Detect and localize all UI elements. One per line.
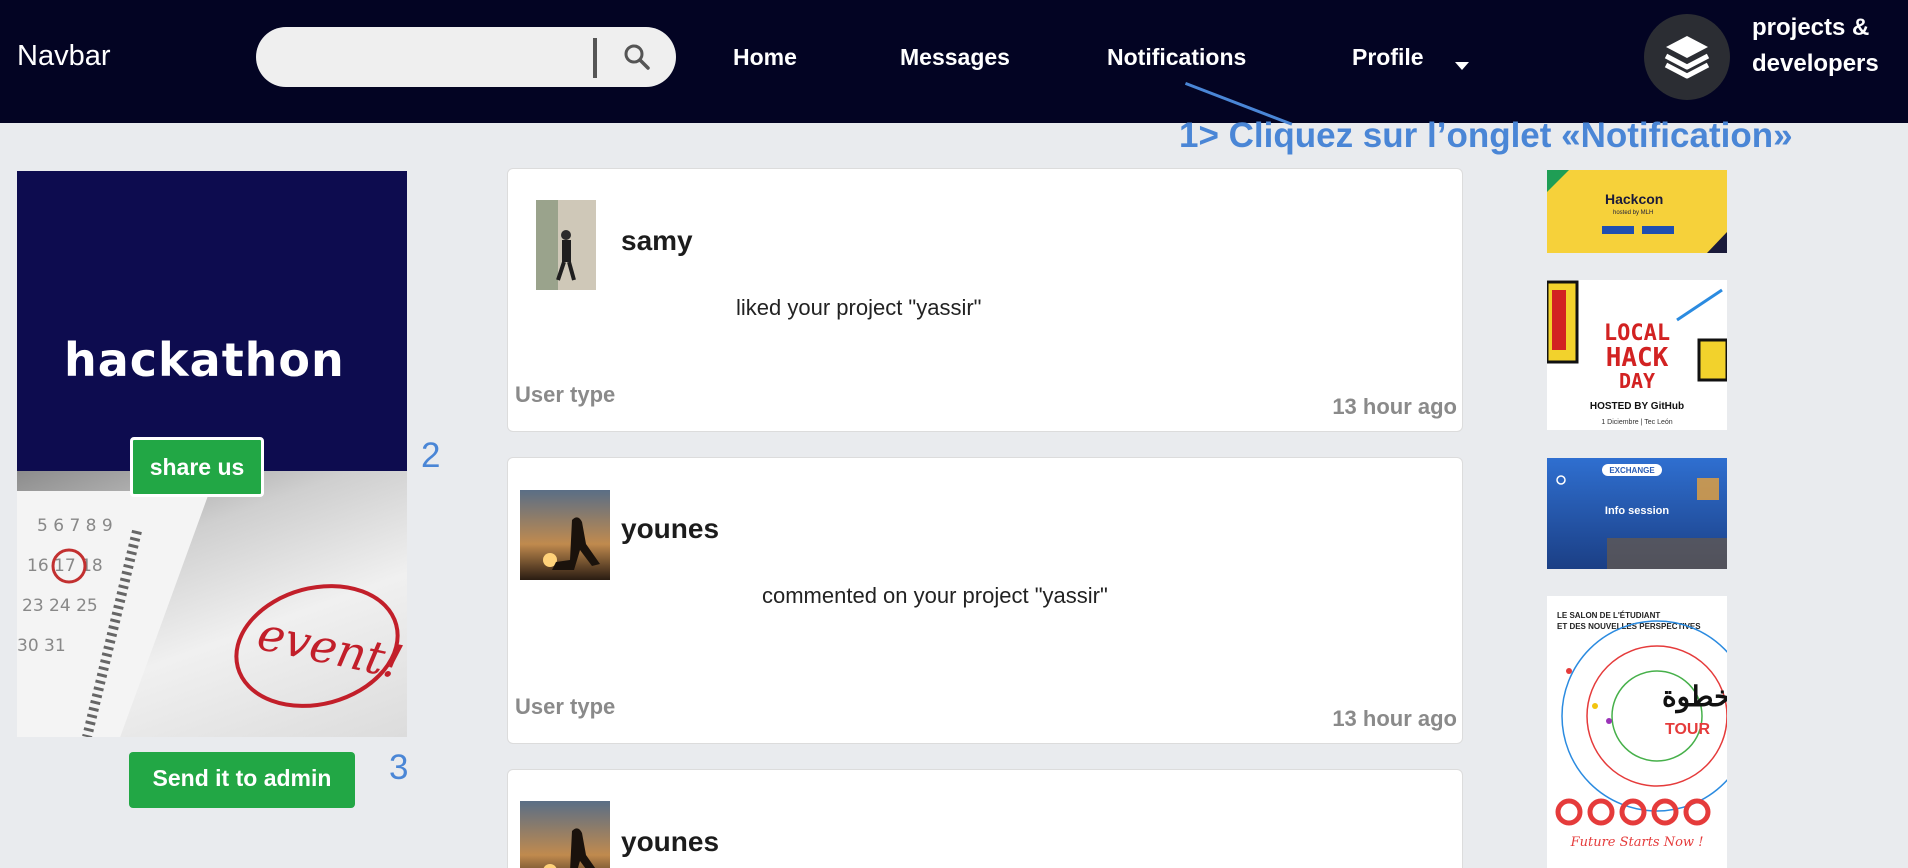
svg-text:ﺧﻄﻮﺓ: ﺧﻄﻮﺓ xyxy=(1662,680,1727,714)
svg-text:16 17 18: 16 17 18 xyxy=(27,556,103,576)
notification-username[interactable]: younes xyxy=(621,513,719,545)
calendar-image: 5 6 7 8 9 16 17 18 23 24 25 30 31 event! xyxy=(17,471,407,737)
ad-hackcon[interactable]: Hackcon hosted by MLH xyxy=(1547,170,1727,253)
send-to-admin-button[interactable]: Send it to admin xyxy=(129,752,355,808)
ad-lhd-date: 1 Diciembre | Tec León xyxy=(1601,419,1672,426)
notification-card[interactable]: samy liked your project "yassir" User ty… xyxy=(507,168,1463,432)
avatar[interactable] xyxy=(536,200,596,290)
navbar-brand[interactable]: Navbar xyxy=(17,40,111,73)
notification-username[interactable]: younes xyxy=(621,826,719,858)
ad-info-brand: EXCHANGE xyxy=(1609,466,1655,475)
site-name: projects & developers xyxy=(1752,10,1879,82)
ad-salon-etudiant[interactable]: LE SALON DE L'ÉTUDIANT ET DES NOUVELLES … xyxy=(1547,596,1727,868)
notification-message: commented on your project "yassir" xyxy=(762,583,1108,608)
ad-salon-tagline: Future Starts Now ! xyxy=(1570,835,1704,850)
ad-hackcon-subtitle: hosted by MLH xyxy=(1613,210,1653,216)
promo-banner: hackathon xyxy=(17,171,407,471)
top-navbar: Navbar Home Messages Notifications Profi… xyxy=(0,0,1908,123)
search-bar[interactable] xyxy=(256,27,676,87)
ad-salon-tour: TOUR xyxy=(1665,721,1710,738)
annotation-step2: 2 xyxy=(421,436,441,475)
promo-title: hackathon xyxy=(64,333,345,387)
site-logo[interactable] xyxy=(1644,14,1730,100)
search-divider xyxy=(593,38,597,78)
profile-dropdown-caret-icon[interactable] xyxy=(1455,62,1469,70)
ad-info-title: Info session xyxy=(1605,505,1669,517)
notification-card[interactable]: younes xyxy=(507,769,1463,868)
svg-text:5 6 7 8 9: 5 6 7 8 9 xyxy=(37,516,113,536)
nav-profile[interactable]: Profile xyxy=(1352,44,1424,71)
svg-text:23 24 25: 23 24 25 xyxy=(22,596,98,616)
nav-messages[interactable]: Messages xyxy=(900,44,1010,71)
notification-user-type: User type xyxy=(515,382,616,407)
annotation-step3: 3 xyxy=(389,748,409,787)
avatar[interactable] xyxy=(520,801,610,868)
ad-lhd-host: HOSTED BY GitHub xyxy=(1590,401,1684,412)
ad-local-hack-day[interactable]: LOCAL HACK DAY HOSTED BY GitHub 1 Diciem… xyxy=(1547,280,1727,430)
notification-user-type: User type xyxy=(515,694,616,719)
notification-time: 13 hour ago xyxy=(1332,394,1457,419)
ad-salon-line1: LE SALON DE L'ÉTUDIANT xyxy=(1557,611,1660,620)
notification-message: liked your project "yassir" xyxy=(736,295,982,320)
site-name-line1: projects & xyxy=(1752,14,1870,41)
site-name-line2: developers xyxy=(1752,50,1879,77)
event-handwriting: event! xyxy=(253,606,407,689)
notification-card[interactable]: younes commented on your project "yassir… xyxy=(507,457,1463,744)
ad-hackcon-title: Hackcon xyxy=(1605,191,1663,207)
share-us-button[interactable]: share us xyxy=(130,437,264,497)
ad-lhd-line3: DAY xyxy=(1619,369,1655,393)
notification-time: 13 hour ago xyxy=(1332,706,1457,731)
calendar-illustration: 5 6 7 8 9 16 17 18 23 24 25 30 31 event! xyxy=(17,491,407,737)
annotation-step1: 1> Cliquez sur l’onglet «Notification» xyxy=(1179,116,1793,155)
nav-home[interactable]: Home xyxy=(733,44,797,71)
avatar[interactable] xyxy=(520,490,610,580)
nav-notifications[interactable]: Notifications xyxy=(1107,44,1246,71)
ad-info-session[interactable]: EXCHANGE Info session xyxy=(1547,458,1727,569)
layers-icon xyxy=(1664,36,1710,79)
search-icon[interactable] xyxy=(623,43,651,71)
svg-text:30 31: 30 31 xyxy=(17,636,66,656)
notification-username[interactable]: samy xyxy=(621,225,693,257)
